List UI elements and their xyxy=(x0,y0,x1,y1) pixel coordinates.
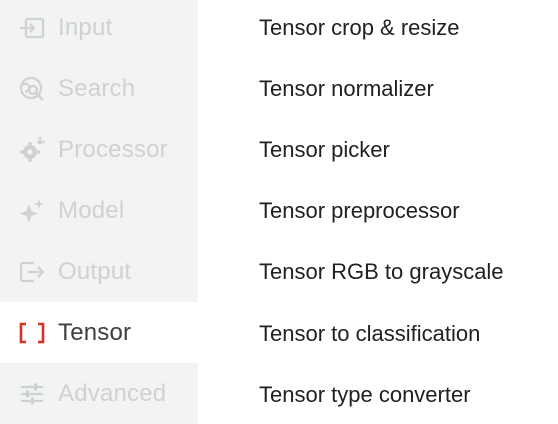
list-item[interactable]: Tensor RGB to grayscale xyxy=(259,242,558,303)
sliders-icon xyxy=(18,380,46,408)
input-icon xyxy=(18,14,46,42)
sidebar-item-processor[interactable]: Processor xyxy=(0,119,198,180)
sidebar-item-label: Search xyxy=(58,74,136,102)
sidebar-item-input[interactable]: Input xyxy=(0,0,198,58)
list-item[interactable]: Tensor preprocessor xyxy=(259,181,558,242)
list-item[interactable]: Tensor type converter xyxy=(259,364,558,424)
node-list: Tensor crop & resize Tensor normalizer T… xyxy=(198,0,558,424)
brackets-icon xyxy=(18,319,46,347)
sidebar-item-label: Model xyxy=(58,196,125,224)
sidebar-item-label: Input xyxy=(58,13,113,41)
search-icon xyxy=(18,75,46,103)
sidebar-item-label: Output xyxy=(58,257,132,285)
list-item[interactable]: Tensor normalizer xyxy=(259,58,558,119)
sidebar-item-advanced[interactable]: Advanced xyxy=(0,363,198,424)
sidebar-item-label: Advanced xyxy=(58,379,167,407)
sidebar-item-search[interactable]: Search xyxy=(0,58,198,119)
gear-icon xyxy=(18,136,46,164)
category-sidebar: Input Search Processor Model Output Tens… xyxy=(0,0,198,424)
sidebar-item-label: Tensor xyxy=(58,318,132,346)
sidebar-item-output[interactable]: Output xyxy=(0,241,198,302)
node-library-panel: Input Search Processor Model Output Tens… xyxy=(0,0,558,424)
output-icon xyxy=(18,258,46,286)
list-item[interactable]: Tensor picker xyxy=(259,119,558,180)
sidebar-item-label: Processor xyxy=(58,135,168,163)
list-item[interactable]: Tensor to classification xyxy=(259,303,558,364)
sidebar-item-tensor[interactable]: Tensor xyxy=(0,302,198,363)
sidebar-item-model[interactable]: Model xyxy=(0,180,198,241)
list-item[interactable]: Tensor crop & resize xyxy=(259,0,558,58)
sparkle-icon xyxy=(18,197,46,225)
